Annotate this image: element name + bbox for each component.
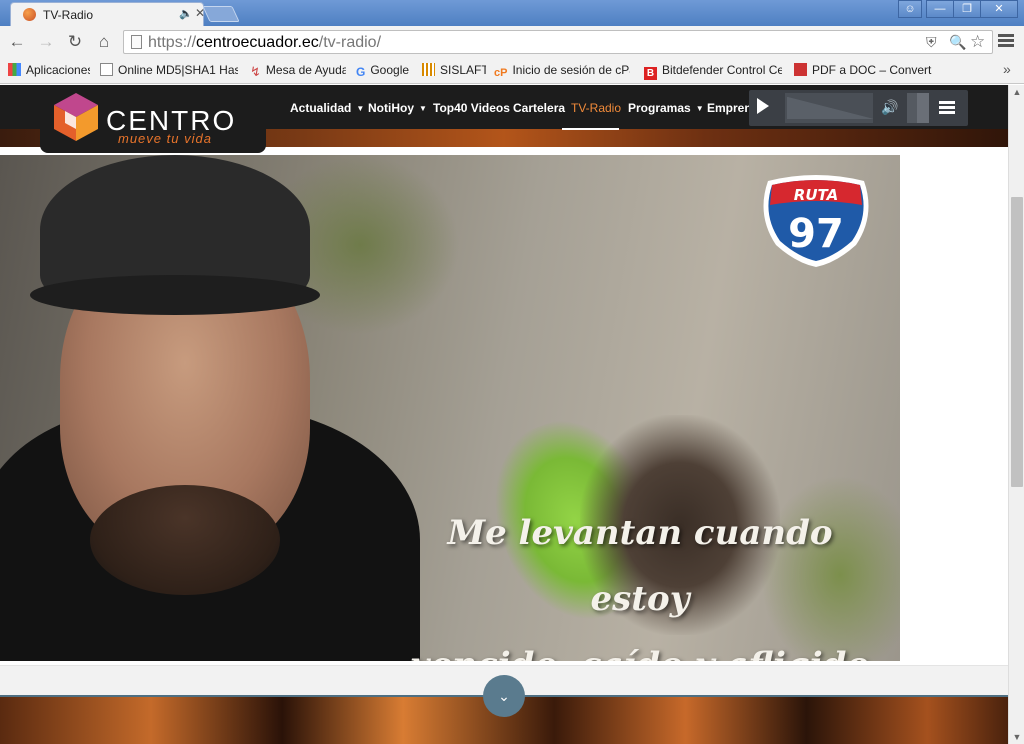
- home-icon[interactable]: ⌂: [94, 32, 114, 52]
- bookmark-md5[interactable]: Online MD5|SHA1 Hash C: [100, 63, 238, 77]
- speaker-icon[interactable]: 🔈: [179, 7, 193, 20]
- channel-logo: RUTA 97: [763, 175, 869, 267]
- user-icon[interactable]: ☺: [898, 0, 922, 18]
- bookmarks-bar: Aplicaciones Online MD5|SHA1 Hash C ↯Mes…: [0, 58, 1024, 84]
- browser-titlebar: TV-Radio 🔈 ✕ ☺ — ❐ ✕: [0, 0, 1024, 26]
- pdf-icon: [794, 63, 807, 76]
- browser-tab[interactable]: TV-Radio 🔈 ✕: [10, 2, 205, 26]
- video-singer-cap-brim: [30, 275, 320, 315]
- bookmark-star-icon[interactable]: ☆: [970, 32, 985, 52]
- bitdefender-icon: B: [644, 67, 657, 80]
- site-favicon-icon: [23, 8, 36, 21]
- minimize-button[interactable]: —: [926, 0, 954, 18]
- menu-item-top40-videos[interactable]: Top40 Videos: [433, 101, 510, 115]
- bookmark-bitdefender[interactable]: B Bitdefender Control Cen: [644, 63, 782, 80]
- zoom-icon[interactable]: 🔍: [949, 34, 966, 51]
- url-text[interactable]: https://centroecuador.ec/tv-radio/: [148, 34, 381, 52]
- play-icon[interactable]: [757, 98, 769, 114]
- menu-item-programas[interactable]: Programas ▼: [628, 101, 704, 115]
- page-scrollbar[interactable]: ▲ ▼: [1008, 85, 1024, 744]
- restore-button[interactable]: ❐: [953, 0, 981, 18]
- menu-item-tv-radio[interactable]: TV-Radio: [571, 101, 621, 115]
- browser-toolbar: ← → ↻ ⌂ https://centroecuador.ec/tv-radi…: [0, 26, 1024, 58]
- video-singer-beard: [90, 485, 280, 595]
- close-window-button[interactable]: ✕: [980, 0, 1018, 18]
- apps-grid-icon: [8, 63, 21, 76]
- bookmark-aplicaciones[interactable]: Aplicaciones: [8, 63, 90, 77]
- chevron-down-icon: ⌄: [498, 688, 510, 704]
- menu-item-actualidad[interactable]: Actualidad ▼: [290, 101, 364, 115]
- bookmark-sislaft[interactable]: SISLAFT: [422, 63, 486, 77]
- volume-slider[interactable]: [907, 93, 929, 123]
- video-lyrics: Me levantan cuando estoy vencido, caído …: [400, 500, 880, 661]
- cpanel-icon: cP: [494, 67, 508, 79]
- active-menu-indicator: [562, 128, 619, 130]
- chart-icon: [422, 63, 435, 76]
- menu-item-notihoy[interactable]: NotiHoy ▼: [368, 101, 427, 115]
- back-arrow-icon[interactable]: ←: [7, 32, 27, 52]
- bookmark-pdf-doc[interactable]: PDF a DOC – Convertir P: [794, 63, 932, 77]
- chevron-down-icon: ▼: [695, 104, 704, 113]
- chrome-menu-icon[interactable]: [998, 34, 1014, 50]
- chevron-down-icon: ▼: [419, 104, 427, 113]
- bookmark-mesa-ayuda[interactable]: ↯ Mesa de Ayuda: [250, 63, 346, 77]
- shield-icon[interactable]: ⛨: [926, 34, 937, 51]
- channel-logo-line1: RUTA: [794, 186, 838, 204]
- volume-icon[interactable]: 🔊: [881, 99, 898, 116]
- page-viewport: CENTRO mueve tu vida Actualidad ▼ NotiHoy…: [0, 85, 1008, 744]
- new-tab-button[interactable]: [202, 6, 240, 22]
- scroll-down-button[interactable]: ⌄: [483, 675, 525, 717]
- reload-icon[interactable]: ↻: [65, 32, 85, 52]
- cube-logo-icon: [54, 93, 98, 141]
- video-player[interactable]: RUTA 97 Me levantan cuando estoy vencido…: [0, 155, 900, 661]
- forward-arrow-icon[interactable]: →: [36, 32, 56, 52]
- flash-icon: ↯: [250, 64, 261, 77]
- radio-player: 🔊: [749, 90, 968, 126]
- bookmark-google[interactable]: G Google: [356, 63, 412, 78]
- chevron-down-icon: ▼: [356, 104, 365, 113]
- logo-tagline: mueve tu vida: [118, 131, 212, 146]
- lyrics-line-1: Me levantan cuando estoy: [447, 513, 833, 619]
- bookmark-cpanel[interactable]: cPInicio de sesión de cPane: [494, 63, 630, 80]
- scroll-up-arrow-icon[interactable]: ▲: [1009, 85, 1024, 99]
- channel-logo-line2: 97: [788, 211, 844, 257]
- tab-title: TV-Radio: [43, 8, 94, 22]
- google-icon: G: [356, 65, 366, 78]
- lyrics-line-2: vencido, caído y afligido: [400, 632, 880, 661]
- address-bar[interactable]: https://centroecuador.ec/tv-radio/ ⛨ 🔍 ☆: [123, 30, 993, 54]
- menu-item-cartelera[interactable]: Cartelera: [513, 101, 565, 115]
- page-info-icon[interactable]: [131, 35, 142, 49]
- player-progress-bar[interactable]: [785, 93, 873, 123]
- page-icon: [100, 63, 113, 76]
- playlist-icon[interactable]: [939, 101, 955, 115]
- scroll-down-arrow-icon[interactable]: ▼: [1009, 730, 1024, 744]
- more-bookmarks-icon[interactable]: »: [1003, 61, 1011, 77]
- site-logo[interactable]: CENTRO mueve tu vida: [40, 85, 266, 153]
- scrollbar-thumb[interactable]: [1011, 197, 1023, 487]
